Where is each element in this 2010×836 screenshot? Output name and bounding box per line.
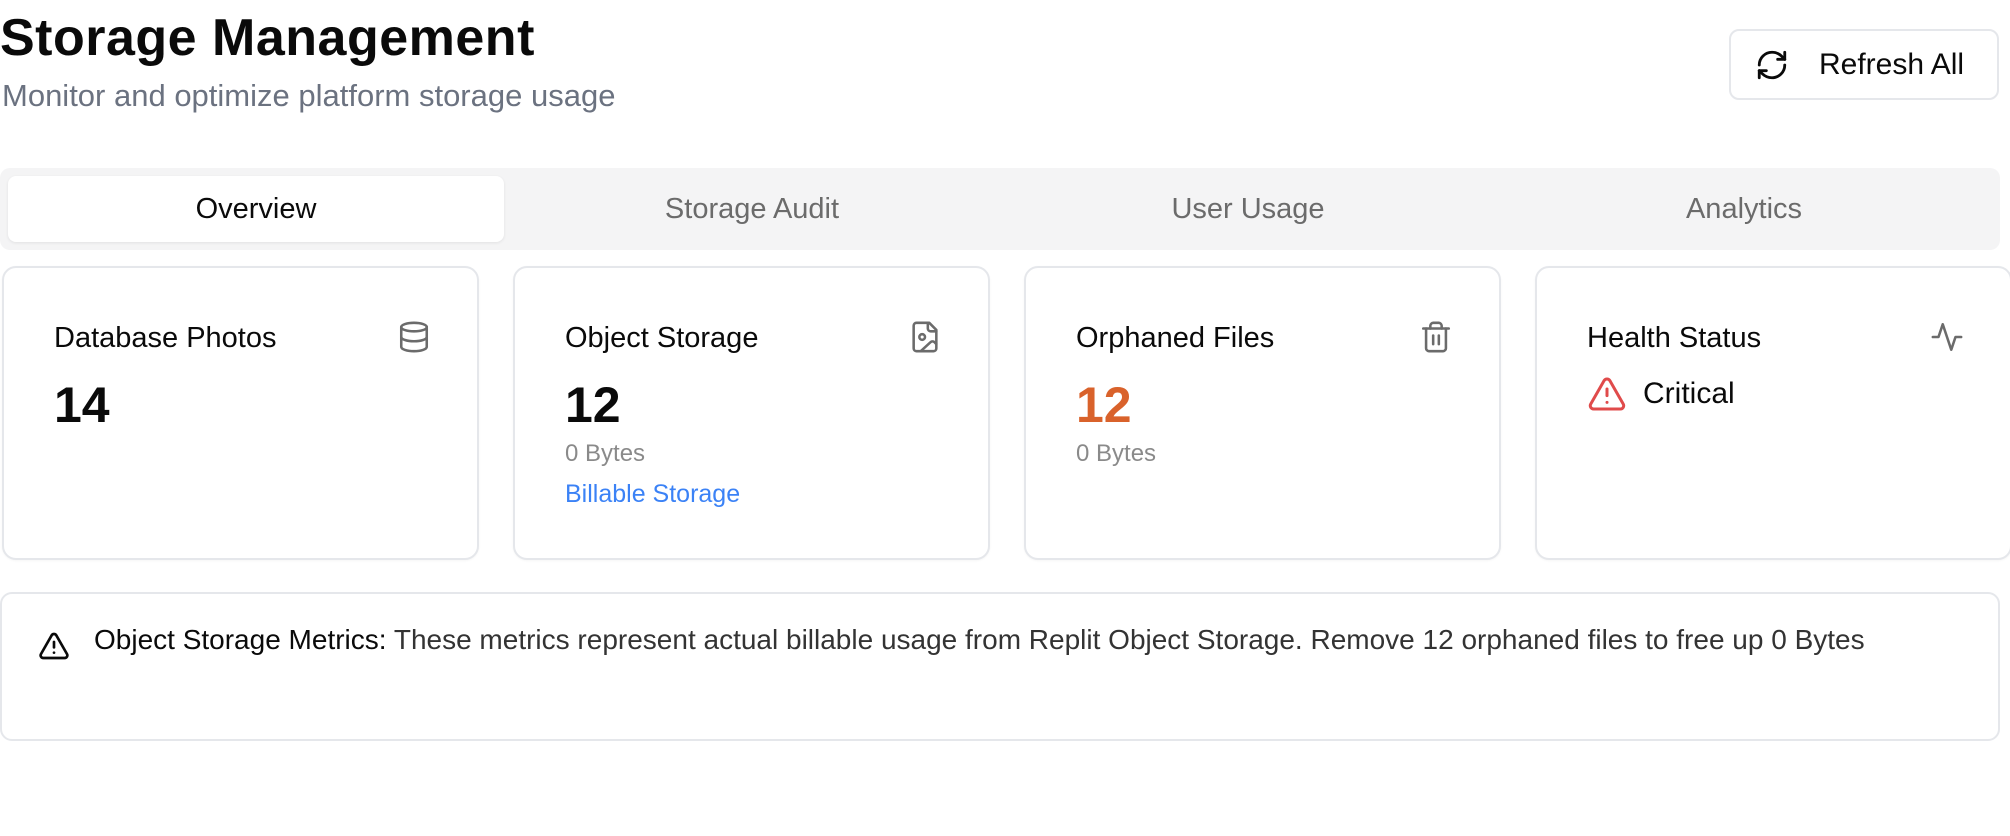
health-status-value: Critical: [1643, 377, 1735, 410]
billable-storage-link[interactable]: Billable Storage: [565, 480, 740, 509]
database-icon: [397, 320, 431, 354]
refresh-all-button[interactable]: Refresh All: [1729, 29, 1999, 100]
storage-management-page: Storage Management Monitor and optimize …: [0, 0, 2010, 836]
trash-icon: [1419, 320, 1453, 354]
page-header: Storage Management Monitor and optimize …: [0, 0, 2000, 130]
tab-user-usage[interactable]: User Usage: [1000, 176, 1496, 242]
object-storage-count: 12: [565, 377, 621, 433]
page-subtitle: Monitor and optimize platform storage us…: [2, 78, 616, 113]
orphaned-files-title: Orphaned Files: [1076, 322, 1275, 354]
page-title: Storage Management: [0, 9, 535, 67]
tab-list: Overview Storage Audit User Usage Analyt…: [0, 168, 2000, 250]
tab-storage-audit[interactable]: Storage Audit: [504, 176, 1000, 242]
database-photos-title: Database Photos: [54, 322, 277, 354]
tab-overview[interactable]: Overview: [8, 176, 504, 242]
health-status-card: Health Status Critical: [1535, 266, 2010, 560]
stats-cards: Database Photos 14 Object Storage 12 0 B…: [0, 266, 2010, 560]
database-photos-card: Database Photos 14: [2, 266, 479, 560]
orphaned-files-count: 12: [1076, 377, 1132, 433]
object-storage-metrics-alert: Object Storage Metrics: These metrics re…: [0, 592, 2000, 741]
orphaned-files-size: 0 Bytes: [1076, 440, 1157, 467]
alert-heading: Object Storage Metrics:: [94, 624, 387, 655]
health-status-row: Critical: [1587, 374, 1735, 414]
alert-triangle-icon: [1587, 374, 1627, 414]
object-storage-title: Object Storage: [565, 322, 759, 354]
health-status-title: Health Status: [1587, 322, 1762, 354]
tab-analytics[interactable]: Analytics: [1496, 176, 1992, 242]
database-photos-count: 14: [54, 377, 110, 433]
alert-triangle-icon: [38, 630, 70, 662]
object-storage-card: Object Storage 12 0 Bytes Billable Stora…: [513, 266, 990, 560]
object-storage-size: 0 Bytes: [565, 440, 646, 467]
alert-body: These metrics represent actual billable …: [386, 624, 1865, 655]
alert-message: Object Storage Metrics: These metrics re…: [94, 620, 1974, 660]
file-image-icon: [908, 320, 942, 354]
refresh-all-label: Refresh All: [1819, 47, 1965, 81]
activity-icon: [1930, 320, 1964, 354]
refresh-icon: [1755, 48, 1789, 82]
orphaned-files-card: Orphaned Files 12 0 Bytes: [1024, 266, 1501, 560]
